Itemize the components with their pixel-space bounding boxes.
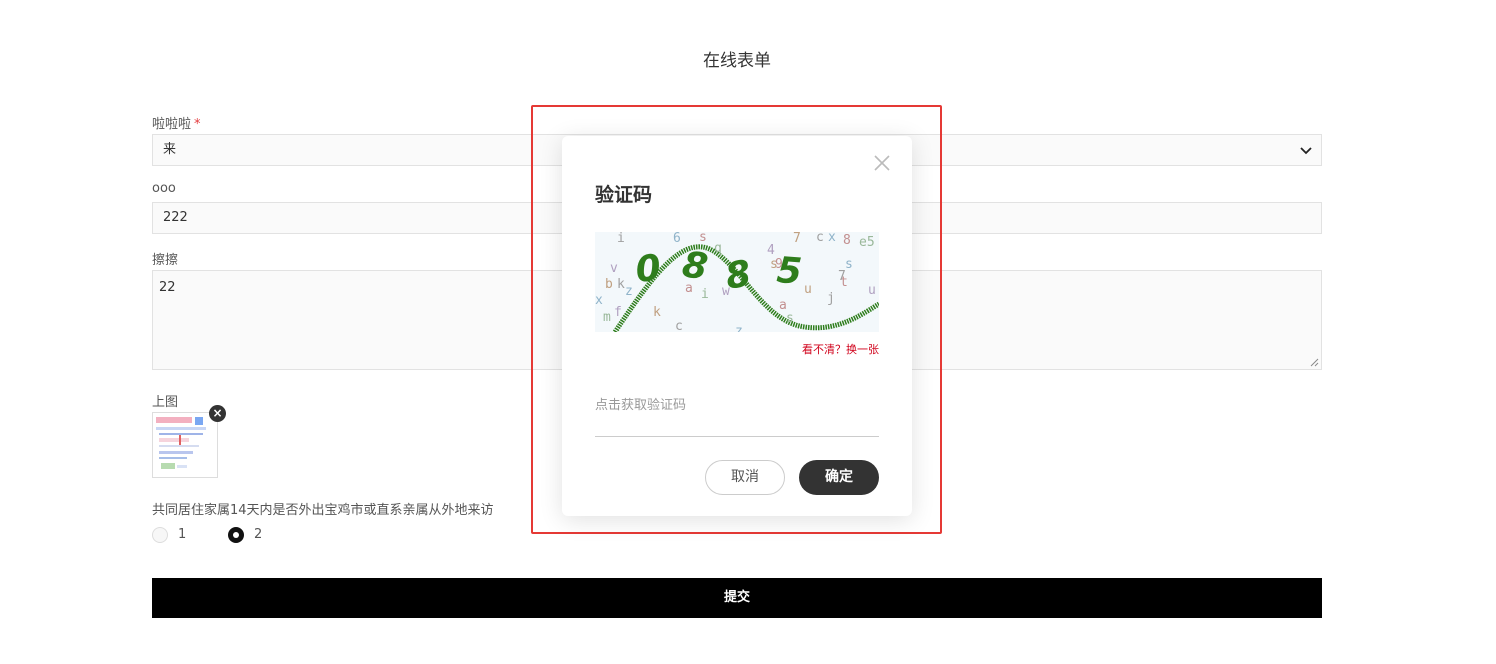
captcha-noise-char: 8 [843,233,851,248]
captcha-noise-char: c [675,319,683,332]
radio-option-2[interactable] [228,527,244,543]
field1-select-value: 来 [163,142,177,157]
captcha-noise-char: x [828,232,836,245]
refresh-captcha-link[interactable]: 看不清？换一张 [802,341,879,357]
uploaded-image-thumbnail[interactable] [152,412,218,478]
captcha-noise-char: j [827,291,835,306]
captcha-noise-char: v [610,261,618,276]
captcha-code-char: 0 [634,248,663,291]
submit-button[interactable]: 提交 [152,578,1322,618]
captcha-image[interactable]: i 6 s q 4 7 c x 8 e5 v b k z a i w u j s t m f k c z a s u s 7 x 9 0 8 8 5 [595,232,879,332]
captcha-noise-char: s [786,311,794,326]
field1-label: 啦啦啦 * [152,113,201,132]
cancel-button[interactable]: 取消 [705,460,785,495]
captcha-noise-char: c [816,232,824,245]
required-mark: * [194,117,201,132]
captcha-noise-char: k [653,305,661,320]
captcha-noise-char: s [699,232,707,245]
chevron-down-icon [1300,147,1312,155]
captcha-noise-char: k [617,277,625,292]
captcha-noise-char: b [605,277,613,292]
captcha-noise-char: i [701,287,709,302]
field3-label: 擦擦 [152,253,179,268]
field1-label-text: 啦啦啦 [152,117,192,132]
confirm-button[interactable]: 确定 [799,460,879,495]
field4-label: 上图 [152,395,179,410]
radio-option-1[interactable] [152,527,168,543]
field5-label: 共同居住家属14天内是否外出宝鸡市或直系亲属从外地来访 [152,503,494,518]
captcha-noise-char: 6 [673,232,681,246]
captcha-code-char: 5 [775,250,803,293]
captcha-noise-char: f [614,305,622,320]
captcha-noise-char: u [804,282,812,297]
captcha-code-input[interactable]: 点击获取验证码 [595,387,879,437]
captcha-noise-char: i [617,232,625,246]
radio-option-2-label: 2 [254,527,263,542]
captcha-noise-char: u [868,283,876,298]
captcha-dialog: 验证码 i 6 s q 4 7 c x 8 e5 v b k z a i w u j s t m f k c z a s u s 7 x 9 0 8… [562,136,912,516]
radio-option-1-label: 1 [178,527,187,542]
field2-label: ooo [152,181,176,196]
captcha-noise-char: 4 [767,243,775,258]
captcha-noise-char: m [603,310,611,325]
resize-grip-icon[interactable] [1310,358,1319,367]
captcha-canvas: i 6 sq 47 c x 8 e5vb k z a i w ujstm f kc zasus7x90 8 8 5 [595,232,879,332]
remove-image-button[interactable]: × [209,405,226,422]
captcha-noise-char: q [714,241,722,256]
captcha-noise-char: 7 [793,232,801,246]
thumbnail-preview-image [156,417,206,469]
captcha-noise-char: z [735,324,743,332]
captcha-noise-char: z [625,284,633,299]
close-icon[interactable] [873,154,891,172]
captcha-noise-char: s [845,257,853,272]
captcha-noise-char: e5 [859,235,875,250]
captcha-noise-char: x [595,293,603,308]
captcha-noise-char: 7 [838,269,846,284]
page-title: 在线表单 [703,51,771,71]
field3-textarea-value: 22 [159,280,176,295]
captcha-code-char: 8 [680,244,711,288]
dialog-title: 验证码 [595,184,653,206]
